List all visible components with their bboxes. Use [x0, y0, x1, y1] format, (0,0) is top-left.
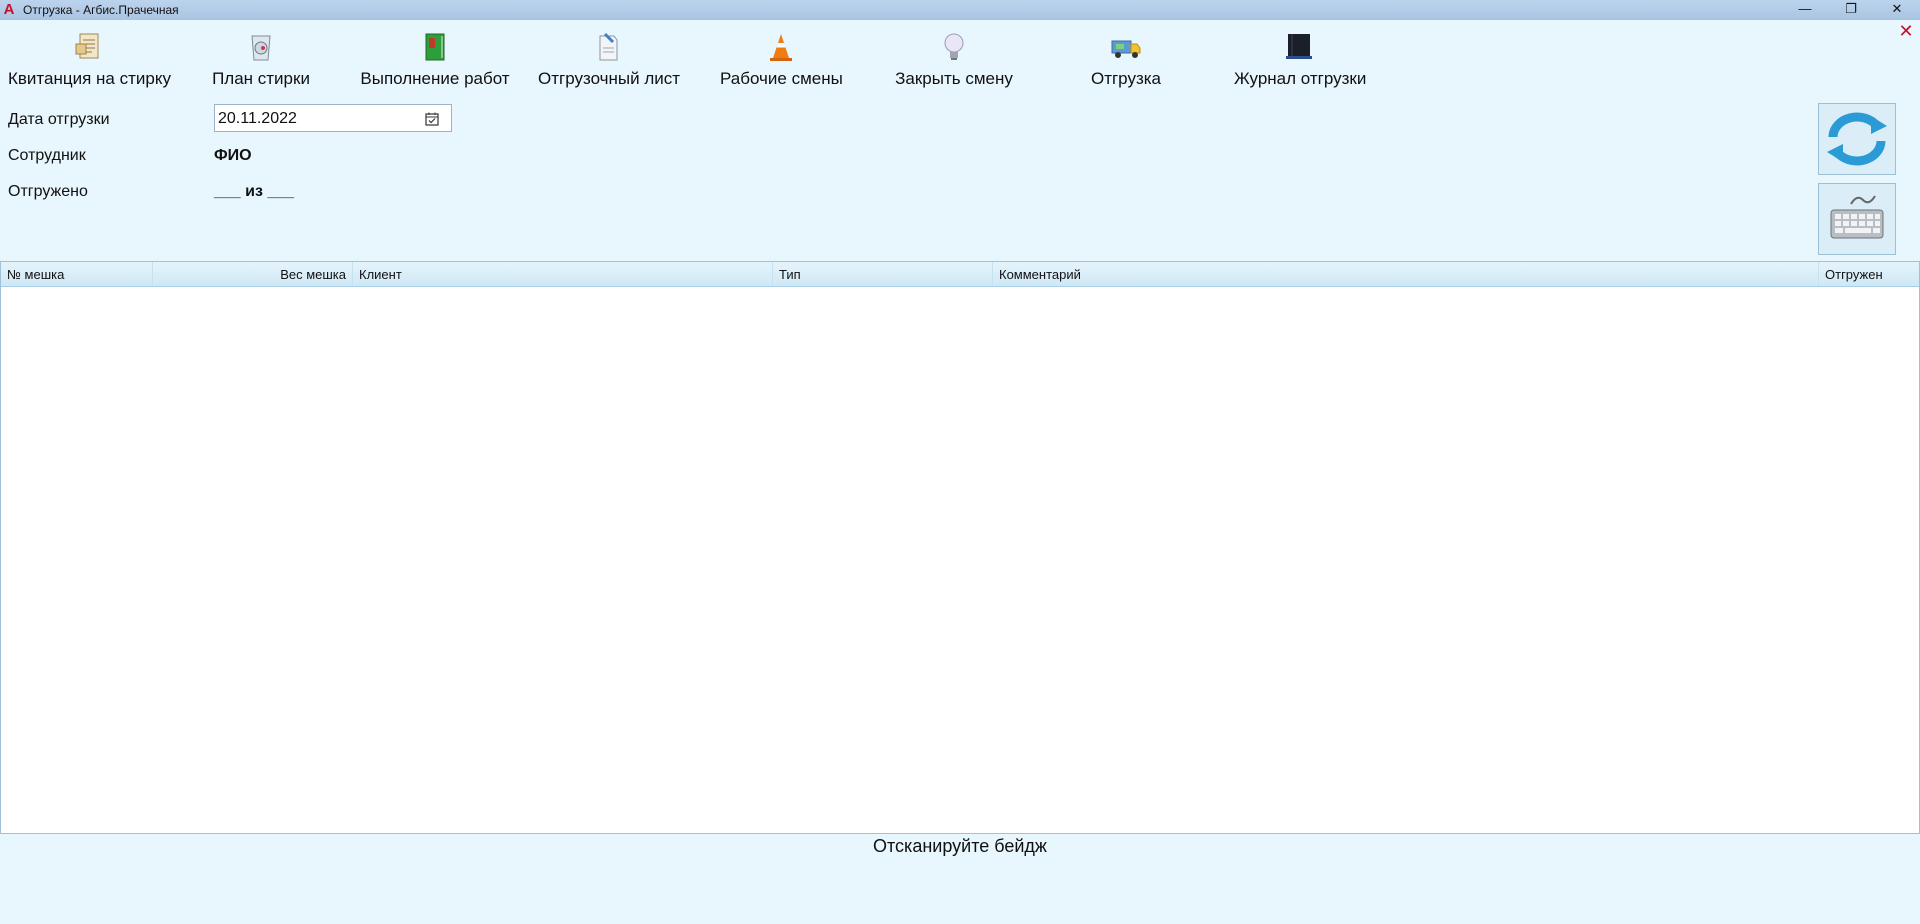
date-value[interactable]: 20.11.2022 — [218, 110, 297, 128]
toolbar-label: Журнал отгрузки — [1234, 69, 1367, 88]
toolbar-work-shifts-button[interactable]: Рабочие смены — [720, 26, 843, 92]
toolbar-label: Рабочие смены — [720, 69, 843, 88]
close-form-button[interactable]: ✕ — [1898, 22, 1914, 40]
black-journal-icon — [1286, 34, 1312, 59]
toolbar-close-shift-button[interactable]: Закрыть смену — [894, 26, 1014, 92]
calendar-icon[interactable] — [425, 112, 439, 126]
toolbar-shipping-journal-button[interactable]: Журнал отгрузки — [1234, 26, 1367, 92]
column-comment[interactable]: Комментарий — [993, 262, 1819, 286]
toolbar-label: Выполнение работ — [360, 69, 510, 88]
app-logo-icon: A — [3, 1, 15, 18]
shipping-sheet-icon — [599, 32, 618, 61]
traffic-cone-icon — [770, 34, 792, 61]
minimize-button[interactable]: — — [1782, 0, 1828, 20]
column-bag-number[interactable]: № мешка — [1, 262, 153, 286]
keyboard-icon — [1830, 195, 1884, 239]
date-picker[interactable]: 20.11.2022 — [214, 104, 452, 132]
toolbar-shipment-button[interactable]: Отгрузка — [1086, 26, 1166, 92]
green-book-icon — [425, 33, 445, 61]
refresh-button[interactable] — [1818, 103, 1896, 175]
restore-button[interactable]: ❐ — [1828, 0, 1874, 20]
receipt-icon — [75, 33, 99, 59]
column-client[interactable]: Клиент — [353, 262, 773, 286]
title-bar: A Отгрузка - Агбис.Прачечная — ❐ ✕ — [0, 0, 1920, 20]
shipped-label: Отгружено — [8, 183, 88, 200]
refresh-icon — [1827, 112, 1887, 166]
toolbar-receipt-button[interactable]: Квитанция на стирку — [8, 26, 171, 92]
delivery-truck-icon — [1111, 40, 1141, 58]
column-shipped[interactable]: Отгружен — [1819, 262, 1919, 286]
status-message: Отсканируйте бейдж — [873, 836, 1047, 856]
table-header: № мешка Вес мешка Клиент Тип Комментарий… — [1, 262, 1919, 287]
keyboard-button[interactable] — [1818, 183, 1896, 255]
column-type[interactable]: Тип — [773, 262, 993, 286]
window-title: Отгрузка - Агбис.Прачечная — [23, 3, 179, 17]
toolbar-label: Квитанция на стирку — [8, 69, 171, 88]
column-bag-weight[interactable]: Вес мешка — [153, 262, 353, 286]
toolbar-work-execution-button[interactable]: Выполнение работ — [360, 26, 510, 92]
toolbar-label: План стирки — [212, 69, 310, 88]
toolbar: Квитанция на стирку План стирки Выполнен… — [0, 26, 1420, 92]
employee-label: Сотрудник — [8, 147, 86, 164]
shipment-table[interactable]: № мешка Вес мешка Клиент Тип Комментарий… — [0, 261, 1920, 834]
window-close-button[interactable]: ✕ — [1874, 0, 1920, 20]
employee-value: ФИО — [214, 147, 252, 164]
toolbar-label: Отгрузочный лист — [538, 69, 681, 88]
date-label: Дата отгрузки — [8, 111, 110, 128]
toolbar-wash-plan-button[interactable]: План стирки — [198, 26, 324, 92]
toolbar-label: Отгрузка — [1090, 69, 1162, 88]
toolbar-shipping-sheet-button[interactable]: Отгрузочный лист — [538, 26, 681, 92]
lightbulb-icon — [944, 33, 964, 60]
shipped-value: ___ из ___ — [214, 183, 295, 200]
toolbar-label: Закрыть смену — [895, 69, 1013, 88]
wash-plan-icon — [251, 35, 271, 61]
